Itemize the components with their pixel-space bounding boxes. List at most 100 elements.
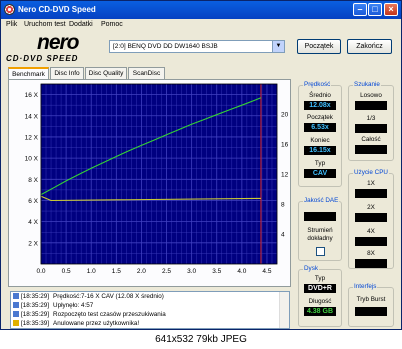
- seek-third-value: [355, 124, 387, 133]
- disc-group-title: Dysk: [303, 265, 319, 272]
- drive-select[interactable]: [2:0] BENQ DVD DD DW1640 BSJB ▼: [109, 40, 285, 53]
- tab-disc-info[interactable]: Disc Info: [50, 67, 84, 79]
- tab-scandisc[interactable]: ScanDisc: [128, 67, 165, 79]
- log-entry: [18:35:29] Prędkość:7-16 X CAV (12.08 X ś…: [13, 293, 164, 301]
- dae-group-title: Jakość DAE: [303, 197, 340, 204]
- start-speed-value: 6.53x: [304, 123, 336, 132]
- x-axis-tick-label: 1.5: [112, 268, 121, 275]
- menu-bar: Plik Uruchom test Dodatki Pomoc: [1, 19, 401, 31]
- y-axis-left-tick-label: 2 X: [28, 240, 38, 247]
- title-bar[interactable]: Nero CD-DVD Speed – □ ×: [1, 1, 401, 19]
- cpu-4x-label: 4X: [367, 228, 375, 235]
- drive-select-value: [2:0] BENQ DVD DD DW1640 BSJB: [113, 43, 218, 50]
- y-axis-right-tick-label: 12: [281, 172, 289, 179]
- x-axis-tick-label: 1.0: [87, 268, 96, 275]
- y-axis-left-tick-label: 16 X: [25, 92, 39, 99]
- cpu-8x-value: [355, 259, 387, 268]
- seek-random-label: Losowo: [360, 92, 382, 99]
- log-entry: [18:35:39] Anulowane przez użytkownika!: [13, 320, 139, 328]
- y-axis-left-tick-label: 14 X: [25, 113, 39, 120]
- cpu-1x-label: 1X: [367, 180, 375, 187]
- cpu-2x-label: 2X: [367, 204, 375, 211]
- y-axis-right-tick-label: 4: [281, 232, 285, 239]
- menu-help[interactable]: Pomoc: [101, 21, 123, 28]
- x-axis-tick-label: 0.5: [62, 268, 71, 275]
- speed-group-title: Prędkość: [303, 81, 332, 88]
- y-axis-left-tick-label: 10 X: [25, 156, 39, 163]
- avg-speed-value: 12.08x: [304, 101, 336, 110]
- stop-button[interactable]: Zakończ: [347, 39, 392, 54]
- y-axis-left-tick-label: 6 X: [28, 198, 38, 205]
- x-axis-tick-label: 4.5: [262, 268, 271, 275]
- cpu-4x-value: [355, 237, 387, 246]
- disc-length-value: 4.38 GB: [304, 307, 336, 316]
- x-axis-tick-label: 0.0: [36, 268, 45, 275]
- info-icon: [13, 311, 19, 318]
- y-axis-right-tick-label: 16: [281, 142, 289, 149]
- seek-group: Szukanie Losowo 1/3 Całość: [348, 81, 394, 161]
- tab-disc-quality[interactable]: Disc Quality: [85, 67, 127, 79]
- disc-length-label: Długość: [308, 298, 332, 305]
- accurate-stream-label: Strumień dokładny: [307, 227, 333, 242]
- close-button[interactable]: ×: [384, 3, 398, 16]
- dae-group: Jakość DAE Strumień dokładny: [298, 197, 342, 261]
- burst-mode-value: [355, 307, 387, 316]
- disc-type-label: Typ: [314, 275, 326, 282]
- cpu-group-title: Użycie CPU: [353, 169, 389, 176]
- y-axis-right-tick-label: 8: [281, 202, 285, 209]
- x-axis-tick-label: 3.5: [212, 268, 221, 275]
- event-log[interactable]: [18:35:29] Prędkość:7-16 X CAV (12.08 X ś…: [10, 291, 290, 329]
- logo-brand: nero: [37, 31, 80, 54]
- log-entry: [18:35:29] Upłynęło: 4:57: [13, 302, 93, 310]
- cpu-8x-label: 8X: [367, 250, 375, 257]
- window-title: Nero CD-DVD Speed: [18, 5, 96, 14]
- menu-file[interactable]: Plik: [6, 21, 17, 28]
- end-speed-label: Koniec: [310, 137, 330, 144]
- benchmark-panel: 16 X 14 X 12 X 10 X 8 X 6 X 4 X 2 X 20 16 12 8 4 0.0 0…: [8, 79, 291, 287]
- x-axis-tick-label: 2.0: [137, 268, 146, 275]
- maximize-button[interactable]: □: [368, 3, 382, 16]
- dae-value: [304, 212, 336, 221]
- seek-group-title: Szukanie: [353, 81, 381, 88]
- menu-run-test[interactable]: Uruchom test: [24, 21, 66, 28]
- start-button[interactable]: Początek: [297, 39, 341, 54]
- speed-type-value: CAV: [304, 169, 336, 178]
- y-axis-left-tick-label: 12 X: [25, 134, 39, 141]
- seek-random-value: [355, 101, 387, 110]
- disc-group: Dysk Typ DVD+R Długość 4.38 GB: [298, 265, 342, 327]
- cpu-group: Użycie CPU 1X 2X 4X 8X: [348, 169, 394, 269]
- x-axis-tick-label: 4.0: [237, 268, 246, 275]
- interface-group-title: Interfejs: [353, 283, 378, 290]
- speed-type-label: Typ: [314, 160, 326, 167]
- log-entry: [18:35:29] Rozpoczęto test czasów przeszu…: [13, 311, 166, 319]
- burst-mode-label: Tryb Burst: [356, 296, 386, 303]
- accurate-stream-checkbox[interactable]: [316, 247, 325, 256]
- minimize-button[interactable]: –: [353, 3, 367, 16]
- y-axis-left-tick-label: 4 X: [28, 219, 38, 226]
- nero-logo: nero CD·DVD SPEED: [4, 31, 104, 65]
- chevron-down-icon[interactable]: ▼: [272, 41, 284, 52]
- x-axis-tick-label: 2.5: [162, 268, 171, 275]
- app-icon: [4, 4, 15, 15]
- x-axis-tick-label: 3.0: [187, 268, 196, 275]
- image-caption: 641x532 79kb JPEG: [0, 330, 402, 349]
- speed-group: Prędkość Średnio 12.08x Początek 6.53x K…: [298, 81, 342, 187]
- avg-speed-label: Średnio: [309, 92, 331, 99]
- cpu-1x-value: [355, 189, 387, 198]
- seek-full-label: Całość: [361, 136, 381, 143]
- info-icon: [13, 293, 19, 300]
- interface-group: Interfejs Tryb Burst: [348, 283, 394, 327]
- disc-type-value: DVD+R: [304, 284, 336, 293]
- end-speed-value: 16.15x: [304, 146, 336, 155]
- info-icon: [13, 302, 19, 309]
- speed-chart: 16 X 14 X 12 X 10 X 8 X 6 X 4 X 2 X 20 16 12 8 4 0.0 0…: [25, 83, 289, 275]
- y-axis-right-tick-label: 20: [281, 112, 289, 119]
- warning-icon: [13, 320, 19, 327]
- app-window: Nero CD-DVD Speed – □ × Plik Uruchom tes…: [0, 0, 402, 330]
- seek-full-value: [355, 145, 387, 154]
- log-scrollbar[interactable]: [279, 292, 289, 328]
- start-speed-label: Początek: [307, 114, 333, 121]
- seek-third-label: 1/3: [366, 115, 376, 122]
- menu-extras[interactable]: Dodatki: [69, 21, 93, 28]
- y-axis-left-tick-label: 8 X: [28, 177, 38, 184]
